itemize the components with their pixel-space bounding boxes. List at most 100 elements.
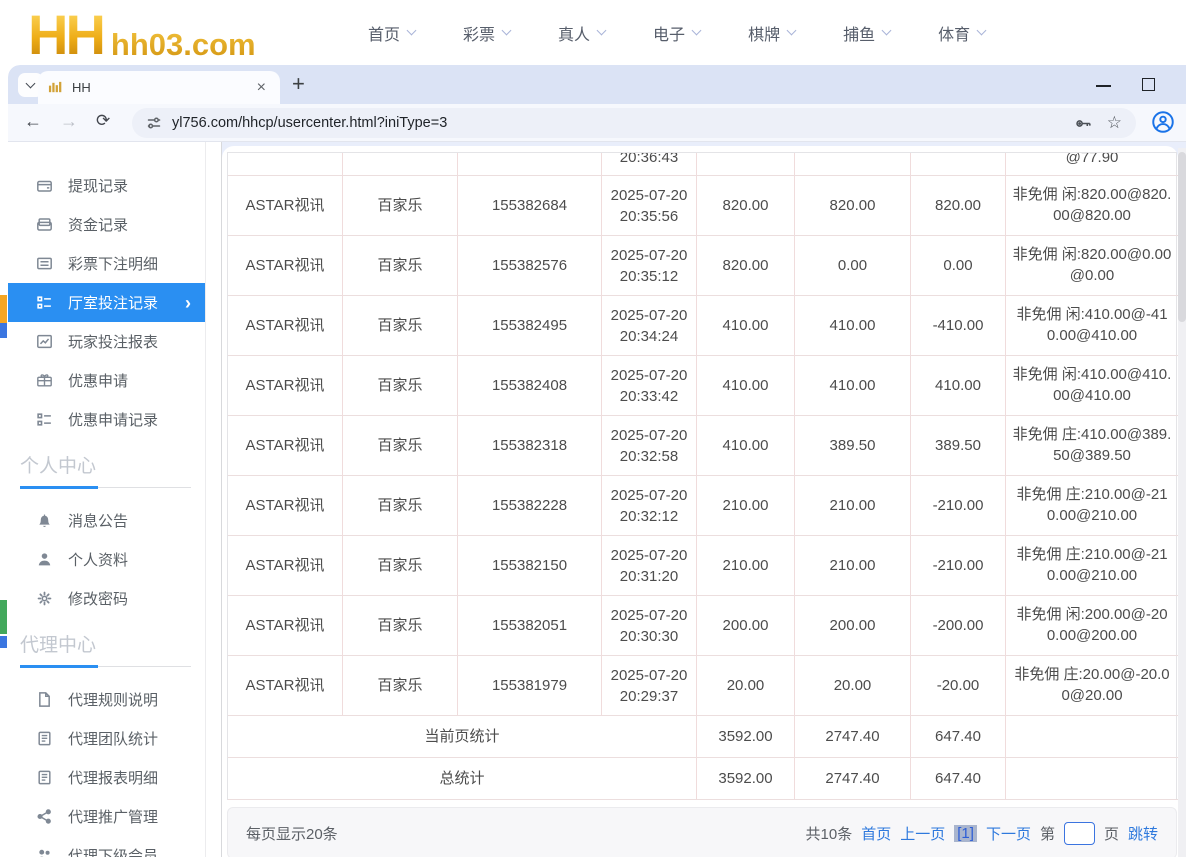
summary-valid-cell: 2747.40 [795,758,911,800]
nav-item[interactable]: 电子 [653,21,700,45]
browser-toolbar: ← → ⟳ yl756.com/hhcp/usercenter.html?ini… [8,104,1186,142]
sidebar-item[interactable]: 资金记录 [8,205,205,244]
reload-button[interactable]: ⟳ [96,111,110,131]
sidebar-item[interactable]: 代理报表明细 [8,758,205,797]
sidebar-item-label: 代理报表明细 [68,767,191,788]
sidebar-item[interactable]: 代理推广管理 [8,797,205,836]
window-minimize-button[interactable] [1096,85,1111,87]
tab-title: HH [72,80,253,95]
bet-records-table: 20:36:43@77.90ASTAR视讯百家乐1553826842025-07… [227,152,1177,800]
nav-item[interactable]: 捕鱼 [843,21,890,45]
sidebar-item[interactable]: 彩票下注明细 [8,244,205,283]
winloss-cell: 389.50 [911,416,1006,476]
sidebar-item[interactable]: 个人资料 [8,540,205,579]
game-cell: 百家乐 [343,656,458,716]
nav-item[interactable]: 棋牌 [748,21,795,45]
sidebar-item[interactable]: 消息公告 [8,501,205,540]
date-text: 2025-07-20 [611,605,688,626]
order-cell: 155382051 [458,596,602,656]
window-maximize-button[interactable] [1142,78,1155,91]
scrollbar-thumb[interactable] [1178,152,1186,322]
prev-page-link[interactable]: 上一页 [900,823,945,844]
table-row: ASTAR视讯百家乐1553822282025-07-2020:32:12210… [228,476,1176,536]
page-jump-input[interactable] [1064,822,1095,845]
sidebar-item[interactable]: 代理团队统计 [8,719,205,758]
nav-item[interactable]: 体育 [938,21,985,45]
table-row: ASTAR视讯百家乐1553819792025-07-2020:29:3720.… [228,656,1176,716]
hall-cell: ASTAR视讯 [228,356,343,416]
site-logo[interactable]: HH hh03.com [28,0,256,65]
sidebar-item[interactable]: 优惠申请记录 [8,400,205,439]
forward-button[interactable]: → [60,111,78,132]
table-row: ASTAR视讯百家乐1553821502025-07-2020:31:20210… [228,536,1176,596]
site-info-icon[interactable] [146,115,162,131]
time-text: 20:35:56 [620,206,678,227]
sidebar-item[interactable]: 优惠申请 [8,361,205,400]
datetime-cell: 2025-07-2020:35:56 [602,176,697,236]
nav-item[interactable]: 真人 [558,21,605,45]
order-cell: 155382576 [458,236,602,296]
url-bar[interactable]: yl756.com/hhcp/usercenter.html?iniType=3… [132,108,1136,138]
sidebar-item[interactable]: 玩家投注报表 [8,322,205,361]
game-cell: 百家乐 [343,536,458,596]
table-cell: @77.90 [1006,153,1178,176]
sidebar-item[interactable]: 代理下级会员 [8,836,205,857]
game-cell: 百家乐 [343,476,458,536]
document-icon [36,691,53,708]
bet-detail-cell: 非免佣 闲:820.00@820.00@820.00 [1006,176,1178,236]
nav-item[interactable]: 首页 [368,21,415,45]
chevron-down-icon [502,26,512,36]
date-text: 2025-07-20 [611,185,688,206]
bet-detail-cell: 非免佣 闲:200.00@-200.00@200.00 [1006,596,1178,656]
sidebar-item-label: 优惠申请 [68,370,191,391]
new-tab-button[interactable]: + [292,72,305,96]
sidebar-item[interactable]: 修改密码 [8,579,205,618]
sidebar-item[interactable]: 提现记录 [8,166,205,205]
valid-amount-cell: 20.00 [795,656,911,716]
people-icon [36,847,53,857]
main-card: 20:36:43@77.90ASTAR视讯百家乐1553826842025-07… [222,146,1178,857]
time-text: 20:29:37 [620,686,678,707]
nav-item-label: 真人 [558,21,590,45]
chevron-down-icon [407,26,417,36]
chevron-down-icon [597,26,607,36]
bookmark-star-icon[interactable]: ☆ [1107,113,1122,133]
profile-avatar-icon[interactable] [1150,109,1176,140]
chevron-down-icon [692,26,702,36]
site-header: HH hh03.com 首页 彩票 真人 电子 棋牌 捕鱼 体育 [0,0,1186,65]
date-text: 2025-07-20 [611,365,688,386]
chevron-down-icon [977,26,987,36]
date-text: 2025-07-20 [611,425,688,446]
next-page-link[interactable]: 下一页 [986,823,1031,844]
table-row: ASTAR视讯百家乐1553824082025-07-2020:33:42410… [228,356,1176,416]
bet-amount-cell: 20.00 [697,656,795,716]
date-text: 2025-07-20 [611,545,688,566]
jump-button[interactable]: 跳转 [1128,823,1158,844]
valid-amount-cell: 389.50 [795,416,911,476]
gear-icon [36,590,53,607]
browser-tab[interactable]: HH × [38,71,280,104]
sidebar-item[interactable]: 厅室投注记录› [8,283,205,322]
game-cell: 百家乐 [343,236,458,296]
background-fragment [0,323,7,338]
time-text: 20:32:58 [620,446,678,467]
sidebar-item[interactable]: 代理规则说明 [8,680,205,719]
bell-icon [36,512,53,529]
bet-detail-cell: 非免佣 闲:820.00@0.00@0.00 [1006,236,1178,296]
back-button[interactable]: ← [24,111,42,132]
cell-text: 20:36:43 [620,153,678,168]
password-key-icon[interactable] [1074,114,1093,133]
tab-close-icon[interactable]: × [253,79,270,97]
bet-detail-cell: 非免佣 闲:410.00@-410.00@410.00 [1006,296,1178,356]
date-text: 2025-07-20 [611,665,688,686]
jump-suffix-label: 页 [1104,823,1119,844]
browser-window: HH × + ← → ⟳ yl756.com/hhcp/usercenter.h… [8,65,1186,857]
scrollbar[interactable] [1178,148,1186,857]
chevron-right-icon: › [185,296,191,310]
sidebar-item-label: 彩票下注明细 [68,253,191,274]
first-page-link[interactable]: 首页 [861,823,891,844]
chevron-down-icon [882,26,892,36]
nav-item-label: 彩票 [463,21,495,45]
person-icon [36,551,53,568]
nav-item[interactable]: 彩票 [463,21,510,45]
